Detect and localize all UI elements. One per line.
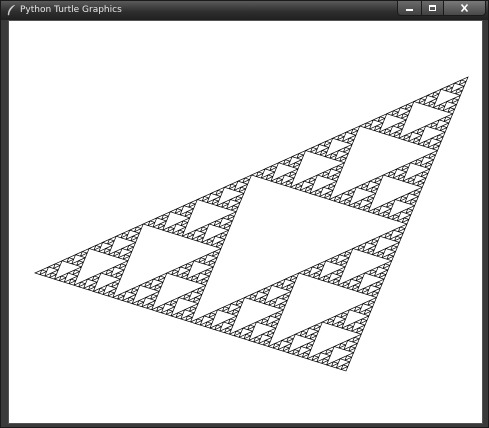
close-icon	[460, 4, 469, 12]
window-title: Python Turtle Graphics	[20, 5, 122, 15]
fractal-path	[34, 76, 469, 372]
app-window: Python Turtle Graphics	[0, 0, 489, 428]
close-button[interactable]	[444, 1, 486, 16]
window-controls	[397, 1, 486, 18]
sierpinski-triangle-drawing	[34, 76, 469, 372]
minimize-button[interactable]	[397, 1, 422, 16]
turtle-canvas[interactable]	[8, 20, 483, 424]
minimize-icon	[406, 9, 413, 11]
maximize-button[interactable]	[422, 1, 444, 16]
maximize-icon	[429, 5, 436, 11]
title-bar[interactable]: Python Turtle Graphics	[1, 1, 488, 20]
feather-icon	[7, 4, 16, 16]
